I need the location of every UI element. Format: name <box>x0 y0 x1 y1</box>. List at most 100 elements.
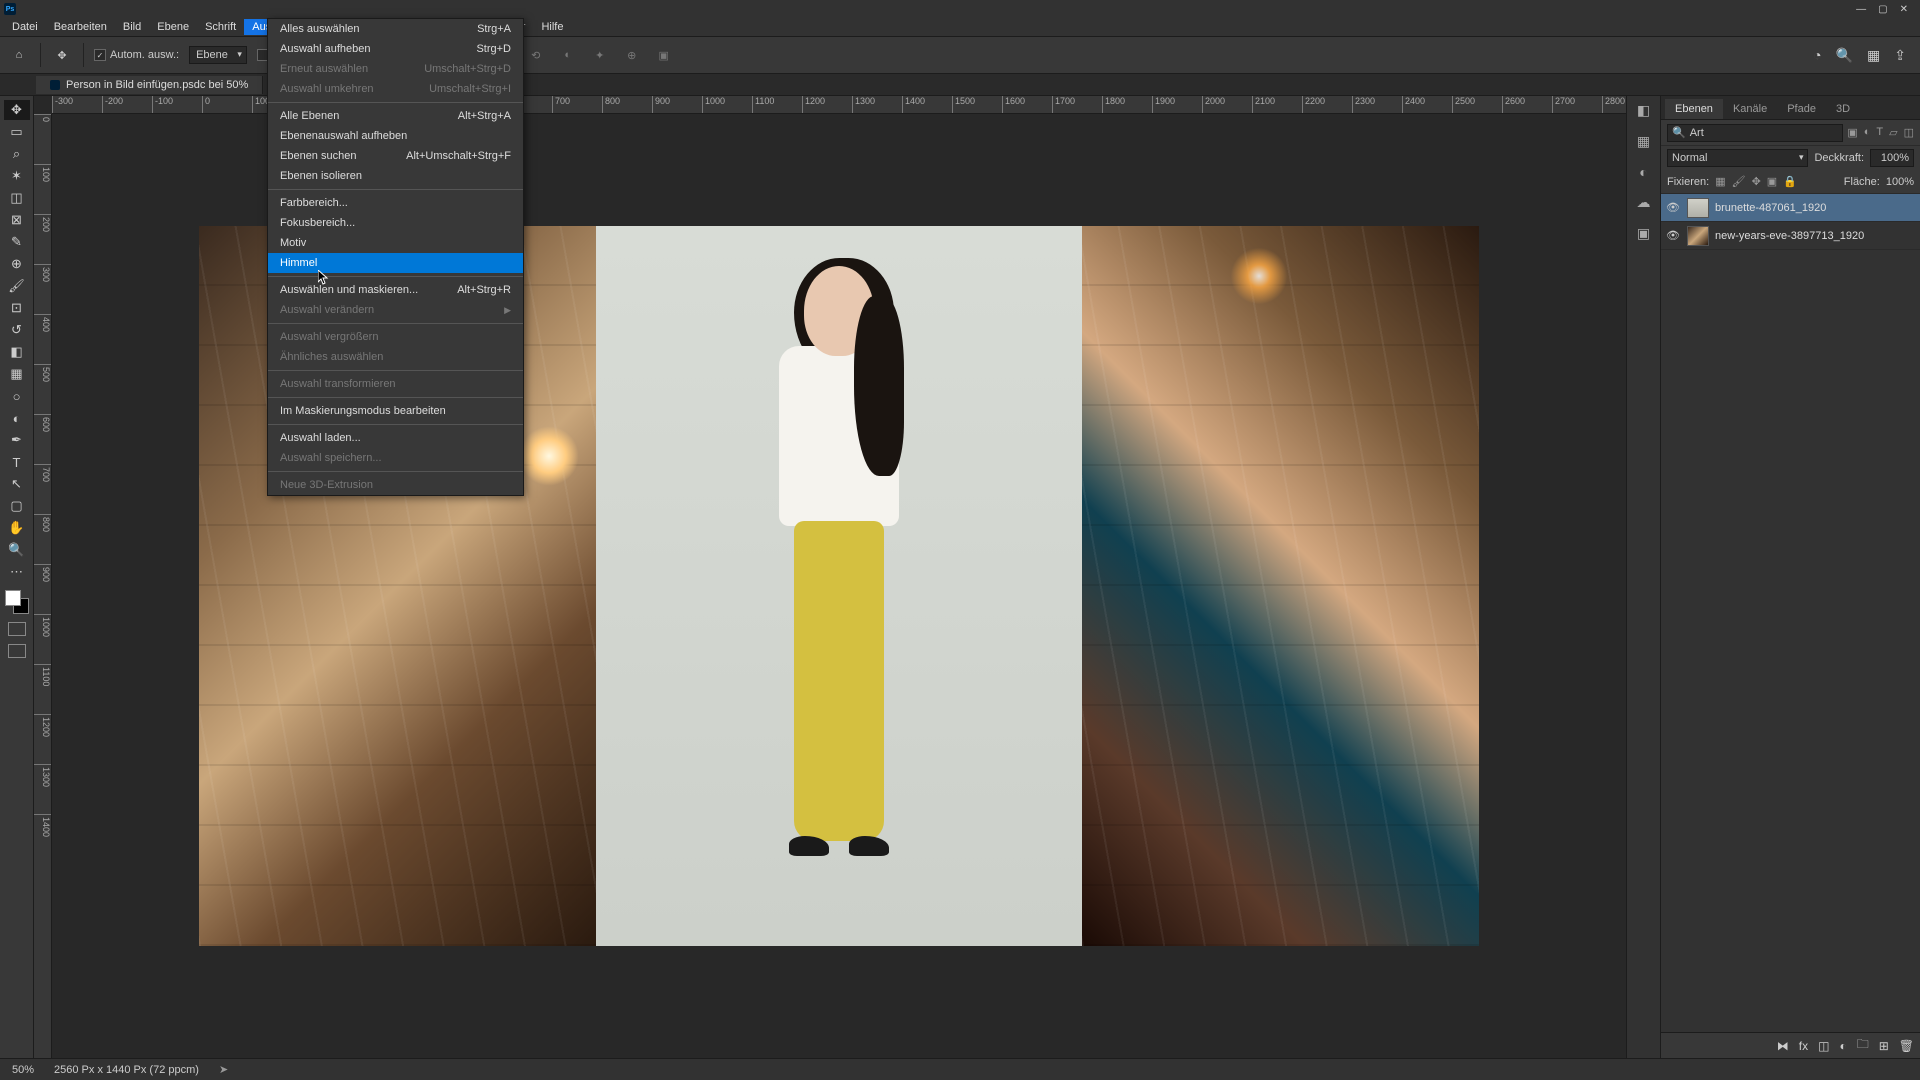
adjustments-panel-icon[interactable]: ◐ <box>1639 164 1647 180</box>
filter-smart-icon[interactable]: ◫ <box>1904 126 1914 139</box>
pen-tool[interactable]: ✒ <box>4 430 30 450</box>
edit-toolbar[interactable]: ⋯ <box>4 562 30 582</box>
document-tab[interactable]: Person in Bild einfügen.psdc bei 50% <box>36 76 263 94</box>
swatches-panel-icon[interactable]: ▦ <box>1637 133 1650 150</box>
rectangle-tool[interactable]: ▢ <box>4 496 30 516</box>
menu-hilfe[interactable]: Hilfe <box>533 19 571 35</box>
layer-visibility-toggle[interactable]: 👁 <box>1665 229 1681 242</box>
menu-schrift[interactable]: Schrift <box>197 19 244 35</box>
menu-item-ausw-hlen-und-maskieren[interactable]: Auswählen und maskieren...Alt+Strg+R <box>268 280 523 300</box>
properties-panel-icon[interactable]: ▣ <box>1637 225 1650 242</box>
panel-tab-kanäle[interactable]: Kanäle <box>1723 99 1777 119</box>
menu-item-farbbereich[interactable]: Farbbereich... <box>268 193 523 213</box>
layer-thumbnail[interactable] <box>1687 198 1709 218</box>
blur-tool[interactable]: ○ <box>4 386 30 406</box>
link-layers-icon[interactable]: ⧓ <box>1777 1039 1789 1053</box>
menu-item-alle-ebenen[interactable]: Alle EbenenAlt+Strg+A <box>268 106 523 126</box>
menu-datei[interactable]: Datei <box>4 19 46 35</box>
hand-tool[interactable]: ✋ <box>4 518 30 538</box>
lasso-tool[interactable]: ⌕ <box>4 144 30 164</box>
move-tool-icon[interactable]: ✥ <box>51 44 73 66</box>
menu-item-himmel[interactable]: Himmel <box>268 253 523 273</box>
eraser-tool[interactable]: ◧ <box>4 342 30 362</box>
layer-thumbnail[interactable] <box>1687 226 1709 246</box>
zoom-tool[interactable]: 🔍 <box>4 540 30 560</box>
libraries-panel-icon[interactable]: ☁ <box>1637 194 1651 211</box>
quick-mask-toggle[interactable] <box>8 622 26 636</box>
search-icon[interactable]: 🔍 <box>1836 47 1853 64</box>
menu-item-ebenen-isolieren[interactable]: Ebenen isolieren <box>268 166 523 186</box>
path-selection-tool[interactable]: ↖ <box>4 474 30 494</box>
menu-bearbeiten[interactable]: Bearbeiten <box>46 19 115 35</box>
clone-stamp-tool[interactable]: ⊡ <box>4 298 30 318</box>
home-icon[interactable]: ⌂ <box>8 44 30 66</box>
opacity-value[interactable]: 100% <box>1870 149 1914 167</box>
cloud-docs-icon[interactable]: ◔ <box>1813 47 1821 64</box>
menu-item-alles-ausw-hlen[interactable]: Alles auswählenStrg+A <box>268 19 523 39</box>
pan-3d-icon[interactable]: ✦ <box>589 44 611 66</box>
marquee-tool[interactable]: ▭ <box>4 122 30 142</box>
history-brush-tool[interactable]: ↺ <box>4 320 30 340</box>
delete-layer-icon[interactable]: 🗑 <box>1899 1039 1914 1053</box>
workspace-icon[interactable]: ▦ <box>1867 47 1880 64</box>
filter-type-icon[interactable]: T <box>1876 126 1883 139</box>
layer-name[interactable]: brunette-487061_1920 <box>1715 202 1826 214</box>
menu-bild[interactable]: Bild <box>115 19 149 35</box>
layer-row[interactable]: 👁 new-years-eve-3897713_1920 <box>1661 222 1920 250</box>
auto-select-checkbox[interactable]: ✓ Autom. ausw.: <box>94 49 179 61</box>
new-layer-icon[interactable]: ⊞ <box>1879 1039 1889 1053</box>
close-button[interactable]: ✕ <box>1900 4 1908 15</box>
lock-transparency-icon[interactable]: ▦ <box>1715 175 1725 188</box>
lock-position-icon[interactable]: ✥ <box>1752 175 1761 188</box>
menu-ebene[interactable]: Ebene <box>149 19 197 35</box>
menu-item-im-maskierungsmodus-bearbeiten[interactable]: Im Maskierungsmodus bearbeiten <box>268 401 523 421</box>
panel-tab-3d[interactable]: 3D <box>1826 99 1860 119</box>
layer-mask-icon[interactable]: ◫ <box>1818 1039 1829 1053</box>
color-swatches[interactable] <box>5 590 29 614</box>
healing-brush-tool[interactable]: ⊕ <box>4 254 30 274</box>
eyedropper-tool[interactable]: ✎ <box>4 232 30 252</box>
dodge-tool[interactable]: ◐ <box>4 408 30 428</box>
frame-tool[interactable]: ⊠ <box>4 210 30 230</box>
move-tool[interactable]: ✥ <box>4 100 30 120</box>
share-icon[interactable]: ⇪ <box>1894 47 1906 64</box>
filter-shape-icon[interactable]: ▱ <box>1889 126 1897 139</box>
menu-item-fokusbereich[interactable]: Fokusbereich... <box>268 213 523 233</box>
filter-pixel-icon[interactable]: ▣ <box>1847 126 1857 139</box>
layer-row[interactable]: 👁 brunette-487061_1920 <box>1661 194 1920 222</box>
roll-3d-icon[interactable]: ◐ <box>557 44 579 66</box>
magic-wand-tool[interactable]: ✶ <box>4 166 30 186</box>
adjustment-layer-icon[interactable]: ◐ <box>1839 1039 1846 1053</box>
filter-adjust-icon[interactable]: ◐ <box>1864 126 1871 139</box>
foreground-color[interactable] <box>5 590 21 606</box>
menu-item-motiv[interactable]: Motiv <box>268 233 523 253</box>
status-more-icon[interactable]: ➤ <box>219 1063 228 1076</box>
layer-fx-icon[interactable]: fx <box>1799 1039 1808 1053</box>
slide-3d-icon[interactable]: ⊕ <box>621 44 643 66</box>
lock-artboard-icon[interactable]: ▣ <box>1767 175 1777 188</box>
layer-name[interactable]: new-years-eve-3897713_1920 <box>1715 230 1864 242</box>
menu-item-ebenenauswahl-aufheben[interactable]: Ebenenauswahl aufheben <box>268 126 523 146</box>
blend-mode-select[interactable]: Normal <box>1667 149 1808 167</box>
auto-select-target[interactable]: Ebene <box>189 46 247 64</box>
crop-tool[interactable]: ◫ <box>4 188 30 208</box>
maximize-button[interactable]: ▢ <box>1878 4 1887 15</box>
type-tool[interactable]: T <box>4 452 30 472</box>
menu-item-auswahl-laden[interactable]: Auswahl laden... <box>268 428 523 448</box>
panel-tab-pfade[interactable]: Pfade <box>1777 99 1826 119</box>
color-panel-icon[interactable]: ◧ <box>1637 102 1650 119</box>
zoom-level[interactable]: 50% <box>12 1064 34 1076</box>
orbit-3d-icon[interactable]: ⟲ <box>525 44 547 66</box>
menu-item-ebenen-suchen[interactable]: Ebenen suchenAlt+Umschalt+Strg+F <box>268 146 523 166</box>
gradient-tool[interactable]: ▦ <box>4 364 30 384</box>
zoom-3d-icon[interactable]: ▣ <box>653 44 675 66</box>
lock-all-icon[interactable]: 🔒 <box>1783 175 1797 188</box>
layer-filter-type[interactable]: 🔍 Art <box>1667 124 1843 142</box>
group-icon[interactable]: 🗀 <box>1857 1035 1869 1056</box>
minimize-button[interactable]: — <box>1856 4 1866 15</box>
panel-tab-ebenen[interactable]: Ebenen <box>1665 99 1723 119</box>
layer-visibility-toggle[interactable]: 👁 <box>1665 201 1681 214</box>
brush-tool[interactable]: 🖌 <box>4 276 30 296</box>
lock-image-icon[interactable]: 🖌 <box>1732 175 1746 188</box>
menu-item-auswahl-aufheben[interactable]: Auswahl aufhebenStrg+D <box>268 39 523 59</box>
